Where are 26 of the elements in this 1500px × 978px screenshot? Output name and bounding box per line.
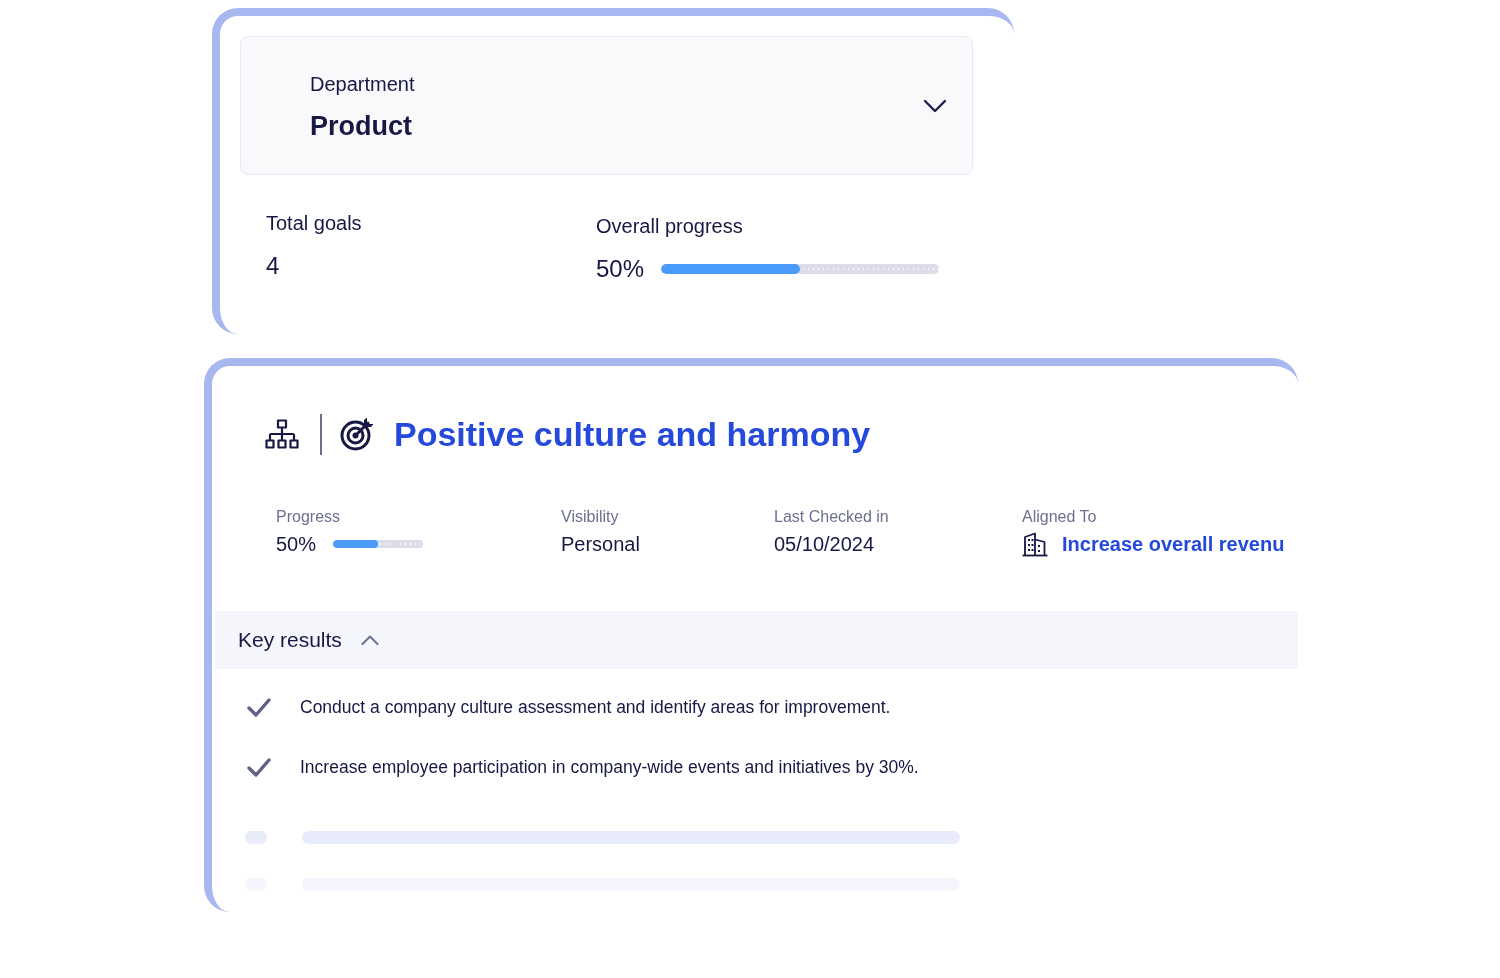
chevron-up-icon[interactable] — [360, 635, 379, 645]
section-title: Key results — [238, 627, 342, 653]
key-results-header[interactable]: Key results — [215, 611, 1298, 669]
key-result-text: Increase employee participation in company-wide events and initiatives by 30%. — [300, 756, 919, 778]
meta-value: Personal — [561, 532, 640, 556]
dropdown-value: Product — [310, 110, 412, 142]
target-icon — [340, 417, 374, 451]
aligned-goal-link[interactable]: Increase overall revenu — [1062, 532, 1285, 556]
meta-value: 50% — [276, 532, 317, 556]
dropdown-label: Department — [310, 72, 415, 96]
stat-value: 4 — [266, 252, 280, 280]
skeleton-pill — [245, 831, 267, 844]
meta-label: Last Checked in — [774, 507, 889, 527]
org-chart-icon — [265, 419, 299, 449]
goal-title[interactable]: Positive culture and harmony — [394, 414, 871, 454]
meta-label: Visibility — [561, 507, 619, 527]
stat-label: Total goals — [266, 211, 362, 235]
chevron-down-icon[interactable] — [923, 98, 947, 113]
meta-label: Progress — [276, 507, 341, 527]
stat-value: 50% — [596, 255, 645, 283]
meta-value: 05/10/2024 — [774, 532, 875, 556]
department-dropdown[interactable]: Department Product — [240, 36, 973, 175]
key-result-text: Conduct a company culture assessment and identify areas for improvement. — [300, 696, 891, 718]
stat-label: Overall progress — [596, 214, 743, 238]
meta-label: Aligned To — [1022, 507, 1097, 527]
building-icon — [1022, 531, 1048, 557]
